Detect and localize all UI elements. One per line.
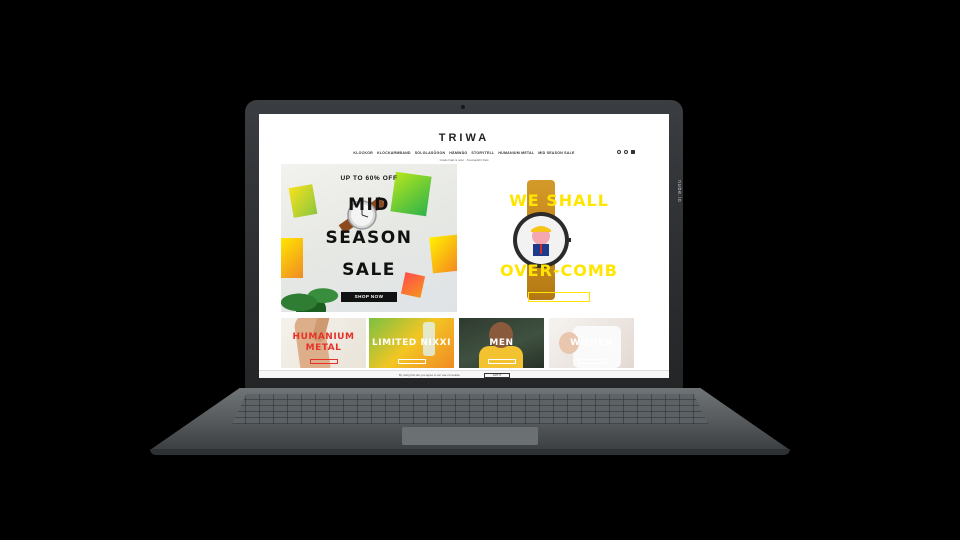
tile-label: LIMITED NIXXI	[372, 338, 451, 348]
promo-headline-line2: OVER-COMB	[500, 261, 618, 280]
model-photo	[479, 346, 523, 368]
sale-supertitle: UP TO 60% OFF	[340, 175, 398, 182]
laptop-base-edge	[150, 449, 790, 455]
tile-button[interactable]	[398, 359, 426, 364]
nav-item-watches[interactable]: KLOCKOR	[353, 151, 373, 155]
webcam-icon	[461, 105, 465, 109]
promo-button[interactable]	[528, 292, 590, 302]
sale-headline-line1: MID	[348, 195, 390, 215]
trackpad	[402, 427, 538, 445]
nav-item-sunglasses[interactable]: SOLGLASÖGON	[415, 151, 446, 155]
laptop-screen: TRIWA KLOCKOR KLOCKARMBAND SOLGLASÖGON H…	[259, 114, 669, 378]
site-logo[interactable]: TRIWA	[259, 132, 669, 144]
shop-now-button[interactable]: SHOP NOW	[341, 292, 397, 302]
sale-headline-line3: SALE	[342, 260, 396, 280]
tile-button[interactable]	[578, 359, 606, 364]
keyboard	[232, 394, 708, 424]
tile-label: MEN	[489, 338, 514, 348]
laptop-mockup: nube.io TRIWA KLOCKOR KLOCKARMBAND SOLGL…	[0, 0, 960, 540]
main-nav: KLOCKOR KLOCKARMBAND SOLGLASÖGON HÄMWÅG …	[259, 151, 669, 155]
tile-button[interactable]	[488, 359, 516, 364]
header-icons	[617, 150, 635, 154]
cookie-text: By using this site you agree to our use …	[399, 373, 460, 377]
tile-women[interactable]: WOMEN	[549, 318, 634, 368]
nav-item-straps[interactable]: KLOCKARMBAND	[377, 151, 411, 155]
tile-label: HUMANIUM METAL	[292, 332, 355, 353]
sale-headline-line2: SEASON	[325, 228, 413, 248]
device-side-label: nube.io	[676, 180, 682, 203]
tile-men[interactable]: MEN	[459, 318, 544, 368]
cookie-bar: By using this site you agree to our use …	[259, 370, 669, 378]
nav-item-hamwag[interactable]: HÄMWÅG	[449, 151, 467, 155]
hero-mid-season-sale[interactable]: UP TO 60% OFF MID SEASON SALE SHOP NOW	[281, 164, 457, 312]
cart-icon[interactable]	[631, 150, 635, 154]
nav-item-sale[interactable]: MID SEASON SALE	[538, 151, 574, 155]
cookie-accept-button[interactable]: GOT IT	[484, 372, 510, 378]
hero-over-comb[interactable]: WE SHALL OVER-COMB	[471, 164, 647, 312]
tile-label: WOMEN	[570, 338, 613, 348]
nav-item-storytell[interactable]: STORYTELL	[471, 151, 494, 155]
promo-headline-line1: WE SHALL	[509, 191, 609, 210]
decor-leaves	[281, 282, 341, 312]
promo-strip: Gratis frakt & retur · Kostnadsfri frakt	[439, 158, 489, 162]
tile-limited-nixxi[interactable]: LIMITED NIXXI	[369, 318, 454, 368]
nav-item-humanium[interactable]: HUMANIUM METAL	[498, 151, 534, 155]
user-icon[interactable]	[617, 150, 621, 154]
search-icon[interactable]	[624, 150, 628, 154]
tile-button[interactable]	[310, 359, 338, 364]
tile-humanium-metal[interactable]: HUMANIUM METAL	[281, 318, 366, 368]
